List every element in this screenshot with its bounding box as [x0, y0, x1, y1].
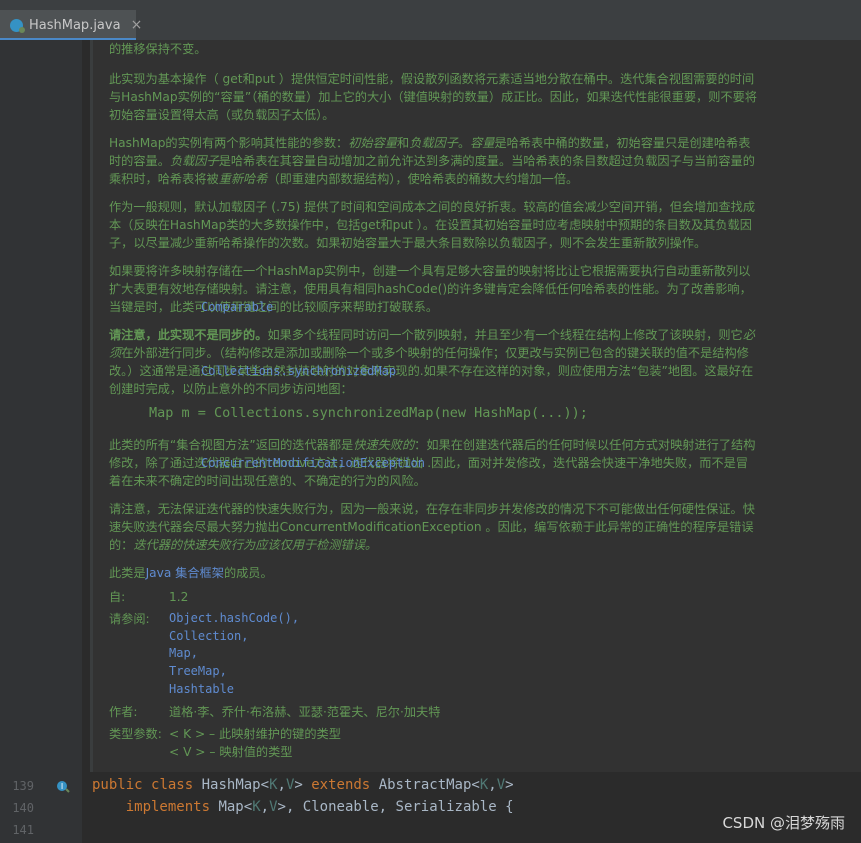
- doc-paragraph: 请注意，此实现不是同步的。如果多个线程同时访问一个散列映射，并且至少有一个线程在…: [109, 328, 755, 396]
- see-link-hashtable[interactable]: Hashtable: [169, 681, 299, 699]
- see-also-list: Object.hashCode(), Collection, Map, Tree…: [169, 610, 299, 699]
- doc-code-example: Map m = Collections.synchronizedMap(new …: [149, 405, 588, 421]
- code-line-139[interactable]: public class HashMap<K,V> extends Abstra…: [92, 777, 514, 793]
- since-value: 1.2: [169, 590, 189, 604]
- type-params-label: 类型参数:: [109, 726, 162, 741]
- doc-paragraph: 请注意，无法保证迭代器的快速失败行为，因为一般来说，在存在非同步并发修改的情况下…: [109, 502, 755, 552]
- link-concurrent-modification[interactable]: ConcurrentModificationException: [201, 454, 425, 472]
- implemented-overrides-icon[interactable]: I: [56, 779, 70, 793]
- java-class-icon: [10, 18, 25, 33]
- doc-paragraph: 此类的所有“集合视图方法”返回的迭代器都是快速失败的：如果在创建迭代器后的任何时…: [109, 438, 756, 488]
- editor-gutter: [0, 40, 82, 843]
- see-link-map[interactable]: Map,: [169, 645, 299, 663]
- author-row: 作者: 道格·李、乔什·布洛赫、亚瑟·范霍夫、尼尔·加夫特: [109, 703, 759, 721]
- svg-text:I: I: [61, 782, 63, 791]
- tab-hashmap-java[interactable]: HashMap.java ×: [0, 10, 142, 40]
- link-comparable[interactable]: Comparable: [201, 298, 273, 316]
- author-label: 作者:: [109, 704, 138, 719]
- line-number: 140: [12, 801, 34, 815]
- javadoc-content: 的推移保持不变。 此实现为基本操作（ get和put ）提供恒定时间性能，假设散…: [109, 40, 759, 765]
- close-icon[interactable]: ×: [131, 17, 143, 33]
- see-link-collection[interactable]: Collection,: [169, 628, 299, 646]
- since-label: 自:: [109, 590, 126, 604]
- doc-paragraph: HashMap的实例有两个影响其性能的参数：初始容量和负载因子。容量是哈希表中桶…: [109, 136, 755, 186]
- author-value: 道格·李、乔什·布洛赫、亚瑟·范霍夫、尼尔·加夫特: [169, 704, 441, 719]
- doc-paragraph: 如果要将许多映射存储在一个HashMap实例中，创建一个具有足够大容量的映射将比…: [109, 264, 752, 316]
- type-params-list: < K > – 此映射维护的键的类型 < V > – 映射值的类型: [169, 725, 341, 761]
- editor-tab-bar: HashMap.java ×: [0, 0, 861, 41]
- type-param-v: < V > – 映射值的类型: [169, 744, 293, 759]
- doc-paragraph: 的推移保持不变。: [109, 42, 207, 56]
- link-collections-framework[interactable]: Java 集合框架: [146, 566, 224, 580]
- since-row: 自: 1.2: [109, 588, 759, 606]
- code-line-140[interactable]: implements Map<K,V>, Cloneable, Serializ…: [92, 799, 514, 815]
- doc-paragraph: 此类是Java 集合框架的成员。: [109, 566, 273, 580]
- link-synchronized-map[interactable]: Collections.synchronizedMap: [201, 362, 396, 380]
- tab-label: HashMap.java: [29, 17, 121, 33]
- see-also-label: 请参阅:: [109, 612, 150, 626]
- line-number: 141: [12, 823, 34, 837]
- type-params-row: 类型参数: < K > – 此映射维护的键的类型 < V > – 映射值的类型: [109, 725, 759, 761]
- line-number: 139: [12, 779, 34, 793]
- see-link-treemap[interactable]: TreeMap,: [169, 663, 299, 681]
- watermark: CSDN @泪梦殇雨: [722, 814, 845, 832]
- type-param-k: < K > – 此映射维护的键的类型: [169, 726, 341, 741]
- doc-paragraph: 作为一般规则，默认加载因子 (.75) 提供了时间和空间成本之间的良好折衷。较高…: [109, 200, 756, 250]
- see-also-row: 请参阅: Object.hashCode(), Collection, Map,…: [109, 610, 759, 699]
- see-link-object-hashcode[interactable]: Object.hashCode(),: [169, 610, 299, 628]
- doc-paragraph: 此实现为基本操作（ get和put ）提供恒定时间性能，假设散列函数将元素适当地…: [109, 72, 757, 122]
- rendered-javadoc-panel: 的推移保持不变。 此实现为基本操作（ get和put ）提供恒定时间性能，假设散…: [90, 40, 861, 772]
